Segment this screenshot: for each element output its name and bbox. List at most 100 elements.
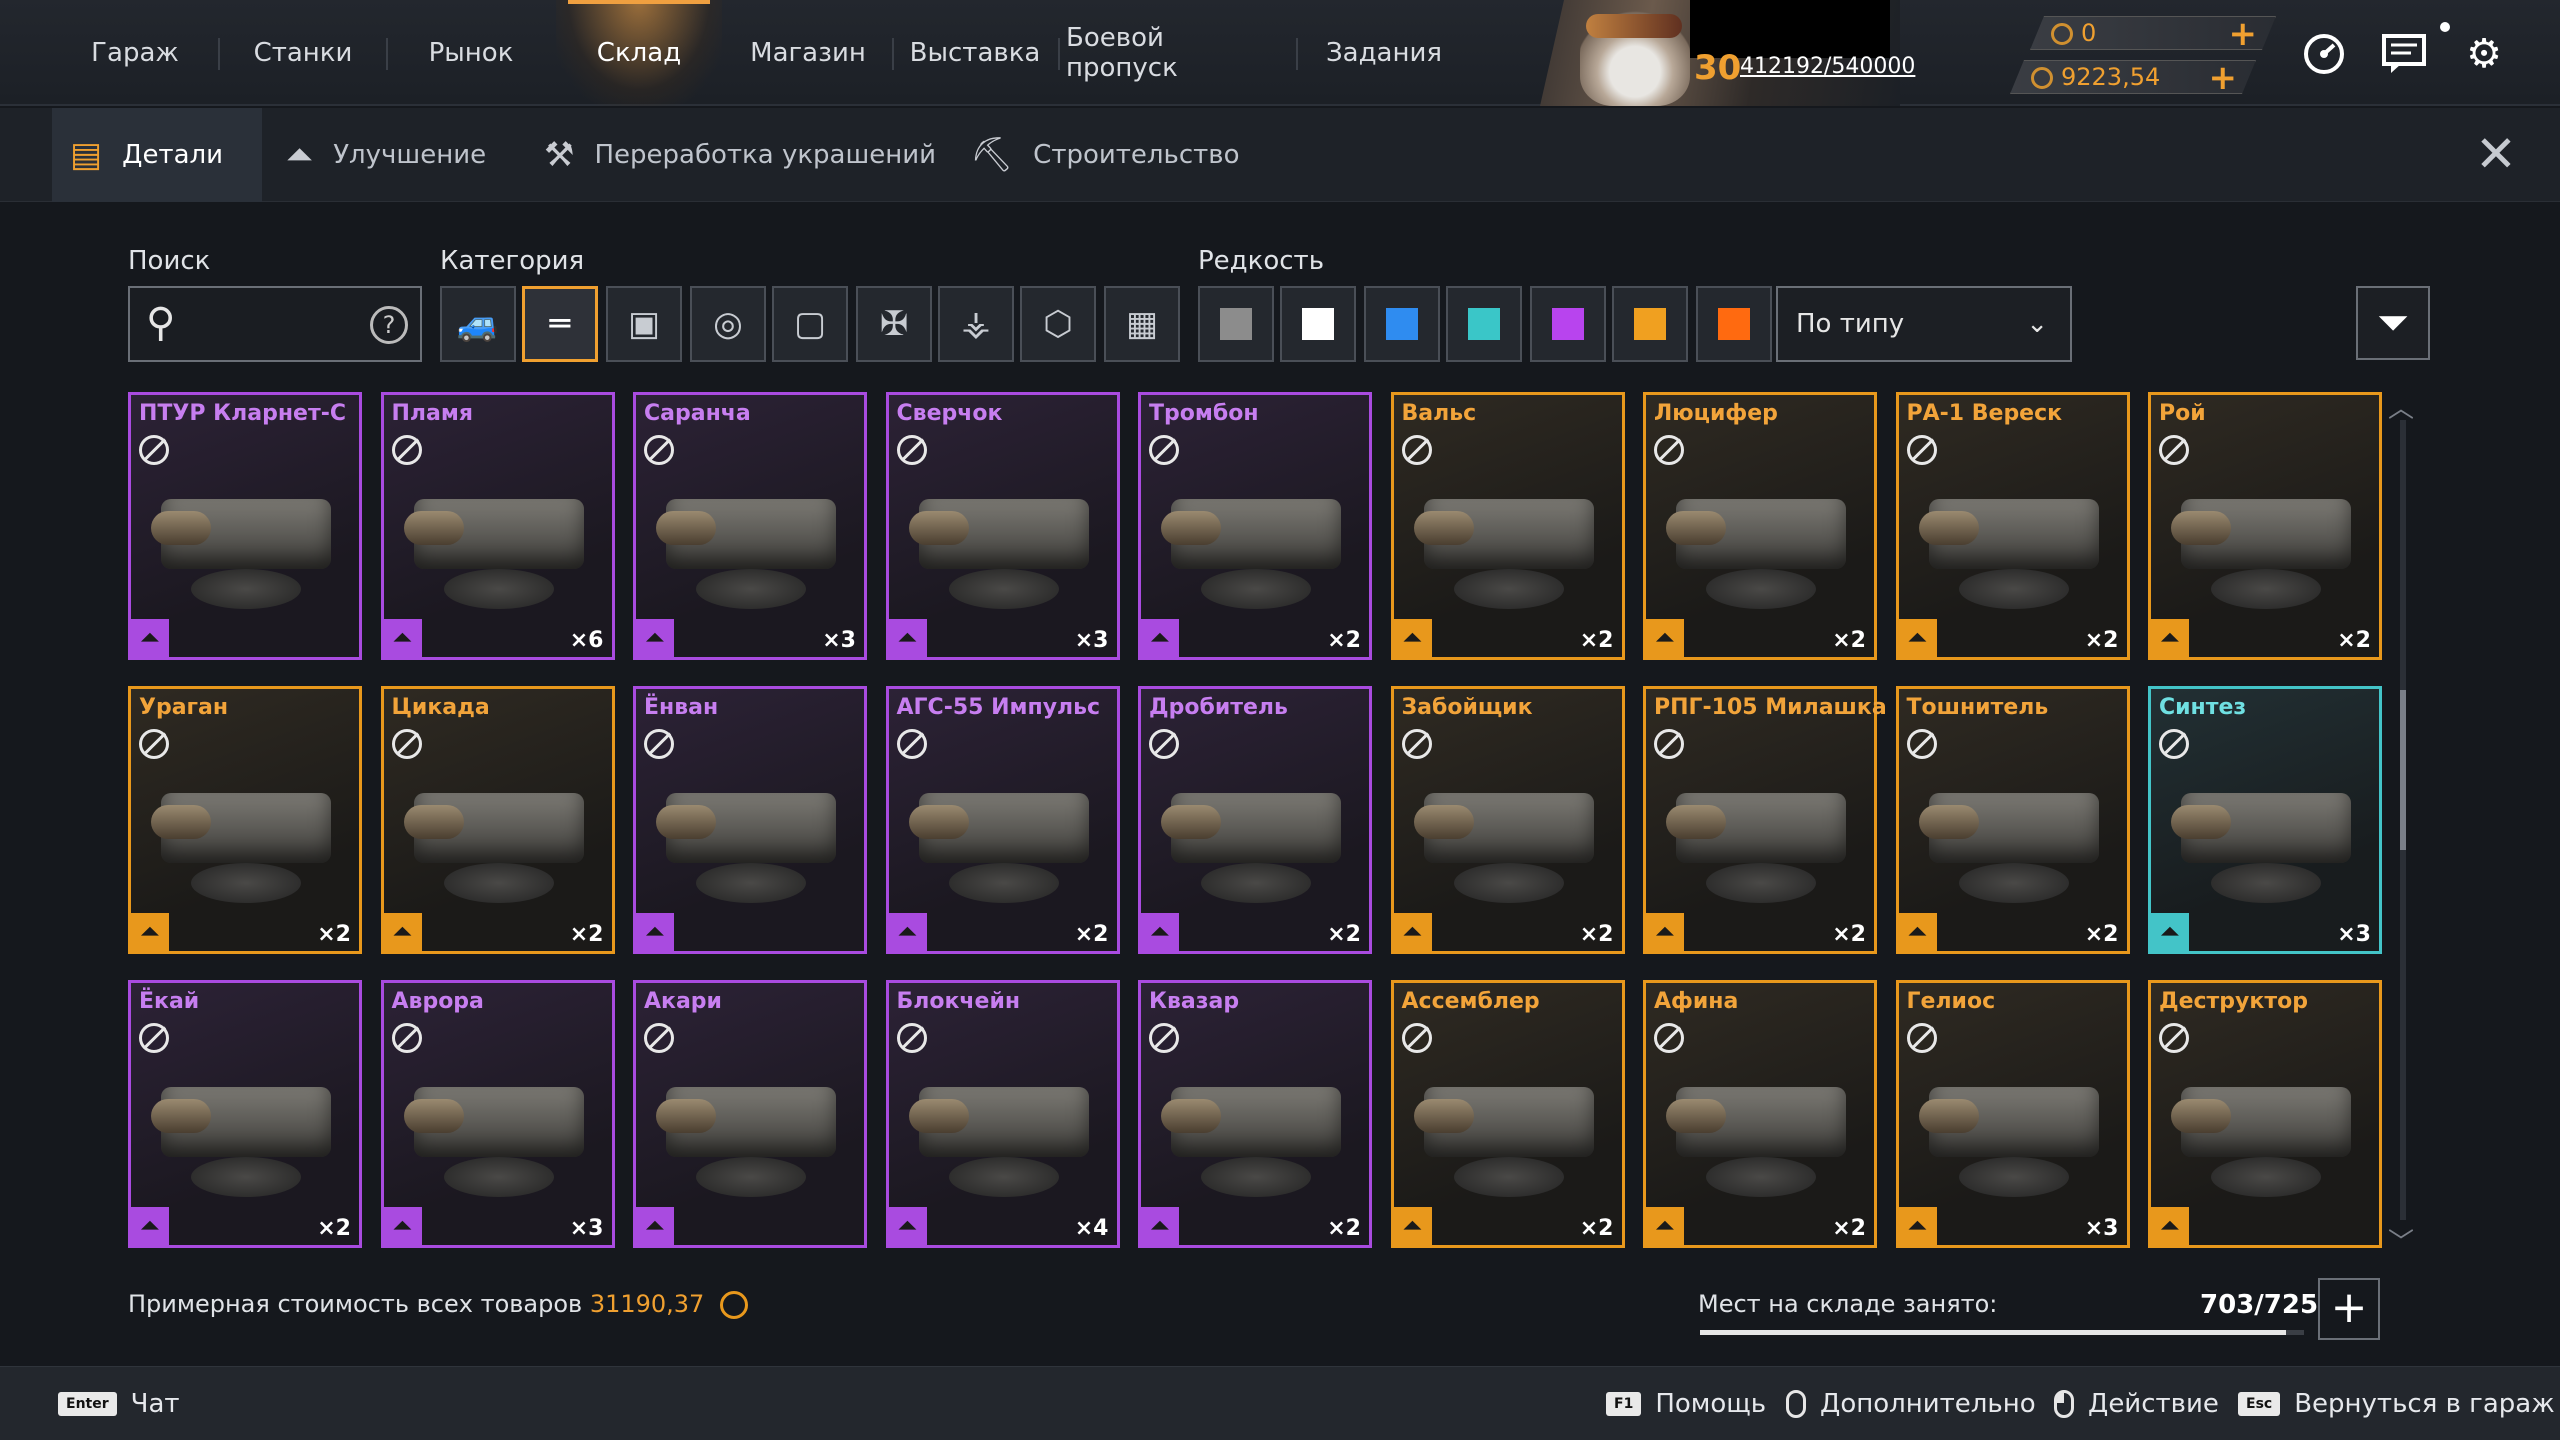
category-label: Категория bbox=[440, 246, 585, 276]
scrollbar-thumb[interactable] bbox=[2400, 690, 2406, 850]
add-coins-button[interactable]: + bbox=[2229, 17, 2258, 51]
settings-gear-icon[interactable]: ⚙ bbox=[2460, 30, 2508, 78]
nav-tab-quests[interactable]: Задания bbox=[1304, 0, 1464, 106]
rarity-swatch bbox=[1302, 308, 1334, 340]
rarity-rank-icon: ⏶ bbox=[131, 913, 169, 951]
scroll-up-icon[interactable]: ︿ bbox=[2388, 388, 2414, 425]
item-card[interactable]: Аврора ⏶ ×3 bbox=[380, 980, 615, 1248]
item-card[interactable]: Саранча ⏶ ×3 bbox=[633, 392, 867, 660]
item-name: Блокчейн bbox=[896, 989, 1021, 1014]
item-card[interactable]: РПГ-105 Милашка ⏶ ×2 bbox=[1643, 686, 1887, 954]
reset-filter-button[interactable]: ⏷ bbox=[2356, 286, 2430, 360]
item-name: Тромбон bbox=[1149, 401, 1259, 426]
subtab-construction[interactable]: ⛏ Строительство bbox=[966, 108, 1240, 202]
item-count: ×2 bbox=[1327, 628, 1361, 653]
item-image bbox=[1413, 1047, 1604, 1207]
rarity-common-button[interactable] bbox=[1198, 286, 1274, 362]
sort-select[interactable]: По типу ⌄ bbox=[1776, 286, 2072, 362]
subtab-decor-recycling[interactable]: ⚒ Переработка украшений bbox=[540, 108, 940, 202]
nav-tab-battle-pass[interactable]: Боевой пропуск bbox=[1066, 0, 1282, 106]
item-card[interactable]: АГС-55 Импульс ⏶ ×2 bbox=[885, 686, 1120, 954]
hint-back-to-garage[interactable]: Esc Вернуться в гараж bbox=[2238, 1367, 2555, 1440]
hint-label: Дополнительно bbox=[1820, 1389, 2036, 1419]
hint-action[interactable]: Действие bbox=[2054, 1367, 2219, 1440]
item-card[interactable]: Акари ⏶ bbox=[633, 980, 867, 1248]
nav-tab-market[interactable]: Рынок bbox=[396, 0, 546, 106]
category-cabins-button[interactable]: ▣ bbox=[606, 286, 682, 362]
category-wheels-button[interactable]: ◎ bbox=[690, 286, 766, 362]
nav-tab-label: Магазин bbox=[750, 38, 866, 68]
category-weapons-button[interactable]: ═ bbox=[522, 286, 598, 362]
nav-tab-garage[interactable]: Гараж bbox=[60, 0, 210, 106]
rarity-ordinary-button[interactable] bbox=[1280, 286, 1356, 362]
item-card[interactable]: ПТУР Кларнет-С ⏶ bbox=[128, 392, 362, 660]
item-card[interactable]: Тошнитель ⏶ ×2 bbox=[1895, 686, 2130, 954]
item-card[interactable]: Вальс ⏶ ×2 bbox=[1390, 392, 1625, 660]
hint-chat[interactable]: Enter Чат bbox=[58, 1367, 180, 1440]
item-card[interactable]: Синтез ⏶ ×3 bbox=[2148, 686, 2382, 954]
nav-tab-shop[interactable]: Магазин bbox=[730, 0, 886, 106]
category-paint-button[interactable]: ⚶ bbox=[938, 286, 1014, 362]
nav-tab-label: Склад bbox=[596, 38, 682, 68]
rarity-rank-icon: ⏶ bbox=[888, 619, 927, 657]
item-card[interactable]: Дробитель ⏶ ×2 bbox=[1138, 686, 1372, 954]
item-card[interactable]: Ураган ⏶ ×2 bbox=[128, 686, 362, 954]
item-name: Саранча bbox=[644, 401, 751, 426]
item-image bbox=[656, 753, 846, 913]
subtab-parts[interactable]: ▤ Детали bbox=[52, 108, 262, 202]
add-credits-button[interactable]: + bbox=[2209, 61, 2238, 95]
rarity-legendary-button[interactable] bbox=[1612, 286, 1688, 362]
messages-icon[interactable] bbox=[2380, 30, 2428, 78]
filter-reset-icon: ⏷ bbox=[2377, 300, 2409, 346]
nav-divider bbox=[892, 38, 894, 70]
item-image bbox=[403, 753, 594, 913]
footer-hints: Enter Чат F1 Помощь Дополнительно Действ… bbox=[0, 1366, 2560, 1440]
category-cars-button[interactable]: 🚙 bbox=[440, 286, 516, 362]
hint-more[interactable]: Дополнительно bbox=[1786, 1367, 2036, 1440]
item-card[interactable]: Сверчок ⏶ ×3 bbox=[885, 392, 1120, 660]
subtab-upgrade[interactable]: ⏶ Улучшение bbox=[282, 108, 512, 202]
item-card[interactable]: Афина ⏶ ×2 bbox=[1643, 980, 1877, 1248]
expand-storage-button[interactable]: + bbox=[2318, 1278, 2380, 1340]
item-card[interactable]: Ёкай ⏶ ×2 bbox=[128, 980, 362, 1248]
item-card[interactable]: Квазар ⏶ ×2 bbox=[1138, 980, 1372, 1248]
nav-tab-storage[interactable]: Склад bbox=[556, 0, 722, 106]
item-card[interactable]: Тромбон ⏶ ×2 bbox=[1138, 392, 1372, 660]
item-card[interactable]: Ассемблер ⏶ ×2 bbox=[1390, 980, 1625, 1248]
search-input[interactable]: ⚲ ? bbox=[128, 286, 422, 362]
help-icon[interactable]: ? bbox=[370, 306, 408, 344]
category-decor-button[interactable]: ✠ bbox=[856, 286, 932, 362]
item-name: Деструктор bbox=[2159, 989, 2308, 1014]
item-card[interactable]: Забойщик ⏶ ×2 bbox=[1390, 686, 1625, 954]
close-icon[interactable]: ✕ bbox=[2470, 128, 2522, 180]
portrait-goggles bbox=[1586, 14, 1682, 38]
nav-tab-exhibition[interactable]: Выставка bbox=[900, 0, 1050, 106]
hint-help[interactable]: F1 Помощь bbox=[1606, 1367, 1766, 1440]
item-card[interactable]: РА-1 Вереск ⏶ ×2 bbox=[1895, 392, 2130, 660]
category-modules-button[interactable]: ⬡ bbox=[1020, 286, 1096, 362]
scroll-down-icon[interactable]: ﹀ bbox=[2388, 1222, 2414, 1259]
sub-nav: ▤ Детали ⏶ Улучшение ⚒ Переработка украш… bbox=[0, 108, 2560, 202]
rarity-special-button[interactable] bbox=[1446, 286, 1522, 362]
speedometer-icon[interactable] bbox=[2300, 30, 2348, 78]
item-card[interactable]: Деструктор ⏶ bbox=[2148, 980, 2382, 1248]
rarity-epic-button[interactable] bbox=[1530, 286, 1606, 362]
item-image bbox=[151, 753, 341, 913]
rarity-rank-icon: ⏶ bbox=[888, 1207, 927, 1245]
rarity-rare-button[interactable] bbox=[1364, 286, 1440, 362]
item-card[interactable]: Цикада ⏶ ×2 bbox=[380, 686, 615, 954]
nav-tab-workbenches[interactable]: Станки bbox=[228, 0, 378, 106]
item-card[interactable]: Рой ⏶ ×2 bbox=[2148, 392, 2382, 660]
item-card[interactable]: Ёнван ⏶ bbox=[633, 686, 867, 954]
hint-label: Действие bbox=[2088, 1389, 2219, 1419]
item-card[interactable]: Блокчейн ⏶ ×4 bbox=[885, 980, 1120, 1248]
rarity-rank-icon: ⏶ bbox=[1393, 913, 1432, 951]
car-icon: 🚙 bbox=[456, 304, 500, 344]
storage-value: 703/725 bbox=[2200, 1290, 2319, 1320]
item-card[interactable]: Люцифер ⏶ ×2 bbox=[1643, 392, 1877, 660]
item-card[interactable]: Пламя ⏶ ×6 bbox=[380, 392, 615, 660]
rarity-relic-button[interactable] bbox=[1696, 286, 1772, 362]
category-all-button[interactable]: ▦ bbox=[1104, 286, 1180, 362]
item-card[interactable]: Гелиос ⏶ ×3 bbox=[1895, 980, 2130, 1248]
category-frames-button[interactable]: ▢ bbox=[772, 286, 848, 362]
